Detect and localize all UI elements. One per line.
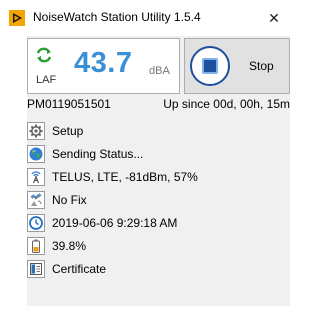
status-row-setup[interactable]: Setup: [27, 120, 290, 142]
serial-number: PM0119051501: [27, 97, 111, 111]
app-logo-icon: [9, 10, 25, 26]
status-text-gps: No Fix: [52, 193, 87, 207]
status-text-connection: Sending Status...: [52, 147, 144, 161]
status-row-connection: Sending Status...: [27, 143, 290, 165]
window-title: NoiseWatch Station Utility 1.5.4: [33, 10, 201, 24]
sound-level-display: LAF 43.7 dBA: [27, 38, 180, 94]
main-panel: LAF 43.7 dBA Stop PM0119051501 Up since …: [27, 36, 290, 306]
gps-satellite-icon: [27, 191, 45, 209]
status-text-setup: Setup: [52, 124, 84, 138]
clock-icon: [27, 214, 45, 232]
title-bar: NoiseWatch Station Utility 1.5.4 ✕: [0, 0, 295, 36]
certificate-icon: [27, 260, 45, 278]
close-icon: ✕: [268, 9, 280, 26]
stop-button-label: Stop: [249, 59, 274, 73]
battery-icon: [27, 237, 45, 255]
uptime-text: Up since 00d, 00h, 15m: [163, 97, 290, 111]
status-row-gps: No Fix: [27, 189, 290, 211]
station-info: PM0119051501 Up since 00d, 00h, 15m: [27, 97, 290, 113]
refresh-arrows-icon: [36, 47, 52, 63]
stop-icon: [190, 46, 230, 86]
status-row-network: TELUS, LTE, -81dBm, 57%: [27, 166, 290, 188]
status-text-battery: 39.8%: [52, 239, 87, 253]
close-button[interactable]: ✕: [256, 3, 292, 33]
status-text-certificate: Certificate: [52, 262, 107, 276]
status-row-time: 2019-06-06 9:29:18 AM: [27, 212, 290, 234]
status-text-time: 2019-06-06 9:29:18 AM: [52, 216, 178, 230]
signal-antenna-icon: [27, 168, 45, 186]
stop-button[interactable]: Stop: [184, 38, 290, 94]
weighting-label: LAF: [36, 74, 57, 86]
status-text-network: TELUS, LTE, -81dBm, 57%: [52, 170, 198, 184]
level-unit: dBA: [149, 65, 170, 77]
globe-icon: [27, 145, 45, 163]
gear-icon: [27, 122, 45, 140]
status-row-battery: 39.8%: [27, 235, 290, 257]
level-value: 43.7: [74, 47, 133, 79]
status-row-certificate[interactable]: Certificate: [27, 258, 290, 280]
